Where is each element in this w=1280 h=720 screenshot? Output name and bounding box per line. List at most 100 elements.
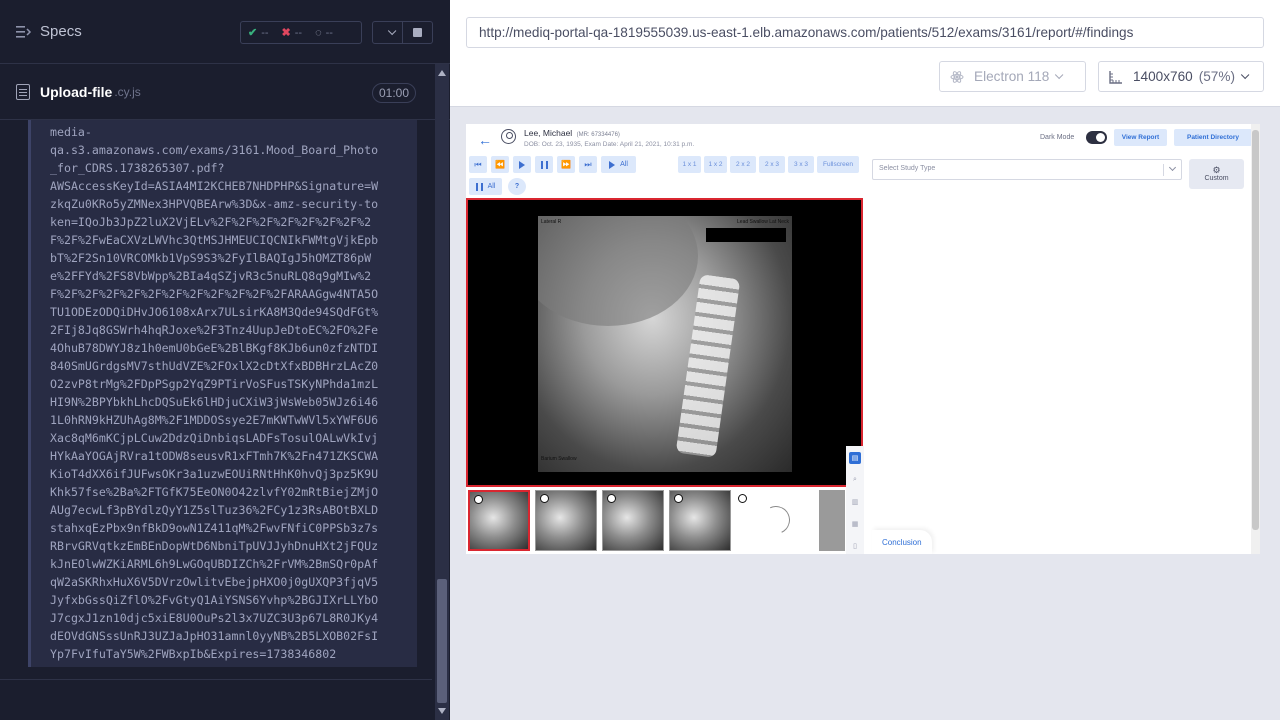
url-bar[interactable]: http://mediq-portal-qa-1819555039.us-eas… [466,17,1264,48]
last-frame-button[interactable]: ⏭ [579,156,597,173]
layout-2x3-button[interactable]: 2 x 3 [759,156,785,173]
browser-selector[interactable]: Electron 118 [939,61,1086,92]
browser-label: Electron 118 [974,69,1050,84]
test-reporter-panel: Specs ✔ -- ✖ -- ◌ -- Upload-file .cy.js … [0,0,450,720]
stop-button[interactable] [403,22,432,43]
layout-1x1-button[interactable]: 1 x 1 [678,156,701,173]
scroll-thumb[interactable] [1252,130,1259,530]
pause-all-button[interactable]: All [469,178,502,195]
play-all-label: All [620,161,628,168]
passed-count: -- [261,26,269,39]
collapse-dropdown-button[interactable] [373,22,403,43]
reporter-scrollbar[interactable] [435,64,449,720]
thumbnail-2[interactable] [535,490,597,551]
pause-icon [475,182,483,191]
electron-icon [950,70,964,83]
pending-count: -- [325,26,333,39]
chevron-down-icon [387,26,397,35]
document-icon[interactable]: ▯ [849,540,861,552]
divider [0,679,432,680]
pause-button[interactable] [535,156,553,173]
pause-icon [540,160,548,169]
chevron-down-icon [1055,70,1064,79]
clipboard-icon[interactable]: ▤ [849,452,861,464]
thumbnail-1[interactable] [468,490,530,551]
scroll-down-icon[interactable] [438,708,446,714]
layout-2x2-button[interactable]: 2 x 2 [730,156,756,173]
first-frame-button[interactable]: ⏮ [469,156,487,173]
back-arrow-icon[interactable]: ← [478,132,492,148]
scroll-up-icon[interactable] [438,70,446,76]
pending-stat: ◌ -- [315,27,333,39]
xray-spine-shape [675,274,741,458]
grid-icon[interactable]: ▦ [849,518,861,530]
reporter-header: Specs ✔ -- ✖ -- ◌ -- [0,0,450,64]
thumbnail-badge-icon [540,494,549,503]
patient-name-text: Lee, Michael [524,128,573,138]
file-icon [16,83,30,100]
study-type-placeholder: Select Study Type [879,165,936,172]
user-avatar-icon [501,129,516,144]
viewport-scale: (57%) [1198,69,1235,84]
spec-name: Upload-file [40,83,113,100]
chart-icon[interactable]: ▥ [849,496,861,508]
loading-spinner-icon [758,502,794,538]
spec-row[interactable]: Upload-file .cy.js 01:00 [0,64,450,120]
view-report-button[interactable]: View Report [1114,129,1167,146]
command-log: media- qa.s3.amazonaws.com/exams/3161.Mo… [0,120,432,680]
zoom-icon[interactable]: ⌕ [849,474,861,486]
viewport-size: 1400x760 [1133,69,1193,84]
xray-skull-shape [538,216,698,326]
xray-label-right: Lead Swallow Lat Neck [737,219,789,225]
help-button[interactable]: ? [508,178,526,195]
thumbnail-3[interactable] [602,490,664,551]
layout-1x2-button[interactable]: 1 x 2 [704,156,727,173]
x-icon: ✖ [281,27,291,39]
thumbnail-strip [466,488,863,554]
passed-stat: ✔ -- [248,26,269,40]
thumbnail-badge-icon [738,494,747,503]
play-icon [609,160,616,169]
test-stats: ✔ -- ✖ -- ◌ -- [240,21,362,44]
fullscreen-button[interactable]: Fullscreen [817,156,859,173]
specs-title[interactable]: Specs [40,23,82,40]
app-topbar: ← Lee, Michael (MR: 67334476) DOB: Oct. … [466,124,1260,154]
check-icon: ✔ [248,27,258,39]
thumbnail-badge-icon [674,494,683,503]
dark-mode-toggle[interactable] [1086,131,1107,144]
pause-all-label: All [487,183,496,190]
chevron-down-icon [1240,70,1250,79]
failed-count: -- [294,26,303,39]
thumbnail-4[interactable] [669,490,731,551]
play-icon [519,160,525,169]
stop-icon [413,28,422,37]
viewport-selector[interactable]: 1400x760 (57%) [1098,61,1264,92]
patient-name: Lee, Michael (MR: 67334476) [524,128,620,138]
fast-forward-button[interactable]: ⏩ [557,156,575,173]
xray-label-bottom: Barium Swallow [541,456,577,462]
image-viewer[interactable]: Lateral R Lead Swallow Lat Neck Barium S… [466,198,863,487]
scroll-thumb[interactable] [437,579,447,703]
specs-list-icon[interactable] [16,25,32,39]
ruler-icon [1109,70,1122,84]
thumbnail-partial[interactable] [819,490,845,551]
tool-rail: ▤ ⌕ ▥ ▦ ▯ [846,446,864,554]
xray-label-left: Lateral R [541,219,562,225]
thumbnail-badge-icon [607,494,616,503]
log-entry-text: media- qa.s3.amazonaws.com/exams/3161.Mo… [50,125,379,661]
xray-image: Lateral R Lead Swallow Lat Neck Barium S… [538,216,792,472]
rewind-button[interactable]: ⏪ [491,156,509,173]
conclusion-tab[interactable]: Conclusion [872,530,932,554]
study-type-select[interactable]: Select Study Type [872,159,1182,180]
dark-mode-label: Dark Mode [1040,134,1075,141]
app-scrollbar[interactable] [1251,124,1260,554]
failed-stat: ✖ -- [281,26,303,40]
play-all-button[interactable]: All [601,156,636,173]
patient-directory-button[interactable]: Patient Directory [1174,129,1252,146]
play-button[interactable] [513,156,531,173]
layout-3x3-button[interactable]: 3 x 3 [788,156,814,173]
patient-mr: (MR: 67334476) [576,132,620,138]
custom-button[interactable]: ⚙ Custom [1189,159,1244,189]
gear-icon: ⚙ [1212,165,1221,175]
spec-extension: .cy.js [114,84,141,99]
